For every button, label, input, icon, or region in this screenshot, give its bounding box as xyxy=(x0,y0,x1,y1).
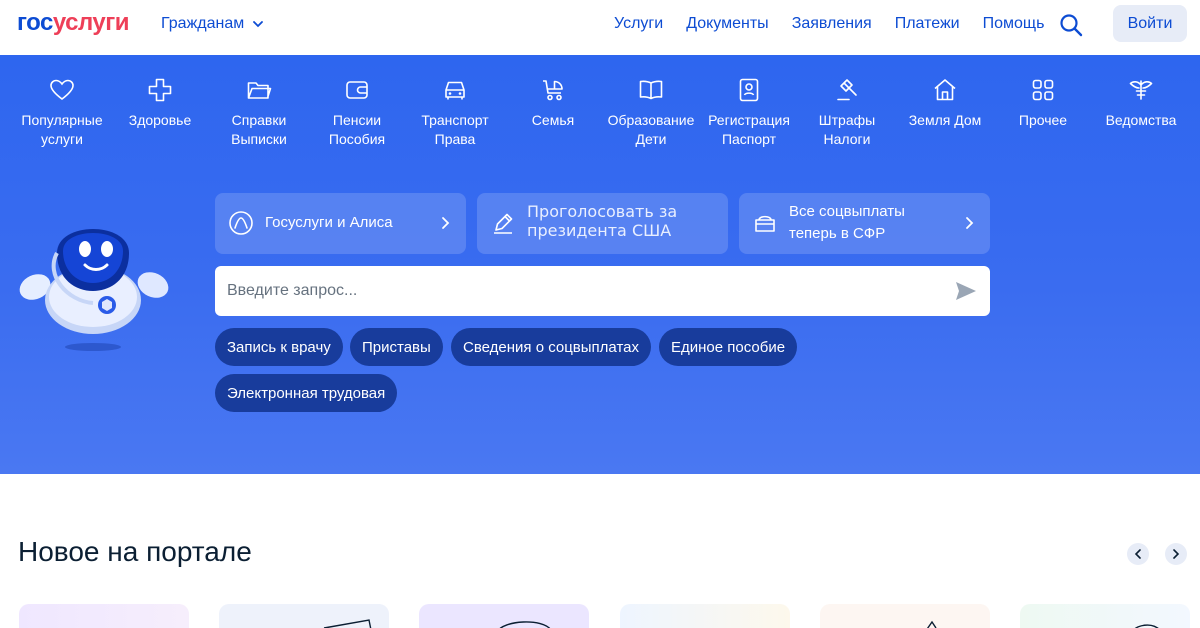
vote-card-line2: президента США xyxy=(527,221,672,240)
sfr-card-line1: Все соцвыплаты xyxy=(789,203,905,220)
news-tile[interactable] xyxy=(820,604,990,628)
search-icon[interactable] xyxy=(1059,13,1083,37)
category-health[interactable]: Здоровье xyxy=(105,77,215,130)
heart-icon xyxy=(50,79,74,101)
hero-banner: Популярные услуги Здоровье Справки Выпис… xyxy=(0,55,1200,474)
search-input[interactable] xyxy=(215,266,935,316)
category-certificates[interactable]: Справки Выписки xyxy=(204,77,314,149)
category-agencies[interactable]: Ведомства xyxy=(1086,77,1196,130)
nav-applications[interactable]: Заявления xyxy=(792,15,872,33)
send-arrow-icon[interactable] xyxy=(954,279,978,303)
tile-illustration xyxy=(499,621,550,628)
category-pensions[interactable]: Пенсии Пособия xyxy=(302,77,412,149)
chevron-right-icon xyxy=(1173,549,1180,559)
alice-icon xyxy=(229,211,253,235)
role-selector[interactable]: Гражданам xyxy=(161,15,264,33)
pen-ballot-icon xyxy=(494,213,513,234)
top-nav: Услуги Документы Заявления Платежи Помощ… xyxy=(614,15,1044,33)
logo-part-uslugi: услуги xyxy=(52,9,130,36)
category-land[interactable]: Земля Дом xyxy=(890,77,1000,130)
folder-icon xyxy=(247,82,272,99)
category-transport[interactable]: Транспорт Права xyxy=(400,77,510,149)
sfr-card-line2: теперь в СФР xyxy=(789,225,886,242)
nav-documents[interactable]: Документы xyxy=(686,15,768,33)
category-label: Пенсии Пособия xyxy=(328,112,386,147)
alice-card-title: Госуслуги и Алиса xyxy=(265,214,393,231)
chip-electronic-workbook[interactable]: Электронная трудовая xyxy=(215,374,398,412)
category-family[interactable]: Семья xyxy=(498,77,608,130)
chevron-left-icon xyxy=(1134,549,1141,559)
news-tile[interactable] xyxy=(1020,604,1190,628)
book-icon xyxy=(639,80,663,100)
grid-icon xyxy=(1032,79,1054,101)
gosuslugi-logo[interactable]: госуслуги xyxy=(17,9,130,37)
category-label: Транспорт Права xyxy=(421,112,489,147)
chevron-right-icon xyxy=(442,217,450,229)
news-tile[interactable] xyxy=(19,604,189,628)
sfr-card[interactable]: Все соцвыплаты теперь в СФР xyxy=(739,193,990,254)
category-label: Земля Дом xyxy=(908,112,982,128)
news-tile[interactable] xyxy=(219,604,389,628)
category-label: Прочее xyxy=(1018,112,1068,128)
chevron-down-icon xyxy=(253,21,264,28)
category-label: Справки Выписки xyxy=(231,112,287,147)
nav-services[interactable]: Услуги xyxy=(614,15,663,33)
chip-unified-allowance[interactable]: Единое пособие xyxy=(659,328,798,366)
category-popular[interactable]: Популярные услуги xyxy=(7,77,117,149)
role-selector-label: Гражданам xyxy=(161,15,245,32)
tile-illustration xyxy=(323,619,372,628)
health-cross-icon xyxy=(148,78,172,102)
category-registration[interactable]: Регистрация Паспорт xyxy=(694,77,804,149)
vote-card-line1: Проголосовать за xyxy=(527,202,678,221)
robot-mascot-illustration xyxy=(19,229,169,351)
purse-icon xyxy=(755,215,775,232)
nav-payments[interactable]: Платежи xyxy=(895,15,960,33)
chip-doctor-appointment[interactable]: Запись к врачу xyxy=(215,328,343,366)
logo-part-gos: гос xyxy=(17,9,53,36)
category-label: Семья xyxy=(531,112,575,128)
search-box xyxy=(215,266,990,316)
vote-card[interactable]: Проголосовать за президента США xyxy=(477,193,728,254)
tile-illustration xyxy=(1134,624,1159,628)
news-tile[interactable] xyxy=(419,604,589,628)
car-icon xyxy=(445,81,465,100)
emblem-icon xyxy=(1129,80,1153,100)
house-icon xyxy=(934,79,956,101)
category-label: Образование Дети xyxy=(607,112,695,147)
chip-bailiffs[interactable]: Приставы xyxy=(350,328,443,366)
tile-illustration xyxy=(926,620,937,628)
category-label: Популярные услуги xyxy=(21,112,103,147)
passport-icon xyxy=(739,78,759,102)
category-bar: Популярные услуги Здоровье Справки Выпис… xyxy=(0,77,1200,157)
section-title: Новое на портале xyxy=(18,536,252,567)
vote-card-title: Проголосовать за президента США xyxy=(527,202,677,240)
category-label: Штрафы Налоги xyxy=(818,112,876,147)
news-tile[interactable] xyxy=(620,604,790,628)
gavel-icon xyxy=(837,79,857,101)
chevron-right-icon xyxy=(966,217,974,229)
category-fines[interactable]: Штрафы Налоги xyxy=(792,77,902,149)
category-label: Ведомства xyxy=(1105,112,1177,128)
wallet-icon xyxy=(346,81,368,99)
category-label: Здоровье xyxy=(128,112,192,128)
chip-social-payments[interactable]: Сведения о соцвыплатах xyxy=(451,328,651,366)
sfr-card-title: Все соцвыплаты теперь в СФР xyxy=(789,201,905,245)
category-label: Регистрация Паспорт xyxy=(708,112,790,147)
stroller-icon xyxy=(543,80,563,101)
category-education[interactable]: Образование Дети xyxy=(596,77,706,149)
prev-button[interactable] xyxy=(1127,543,1149,565)
alice-card[interactable]: Госуслуги и Алиса xyxy=(215,193,466,254)
category-other[interactable]: Прочее xyxy=(988,77,1098,130)
nav-help[interactable]: Помощь xyxy=(983,15,1045,33)
next-button[interactable] xyxy=(1165,543,1187,565)
login-button[interactable]: Войти xyxy=(1113,5,1187,42)
top-header: госуслуги Гражданам Услуги Документы Зая… xyxy=(0,0,1200,55)
